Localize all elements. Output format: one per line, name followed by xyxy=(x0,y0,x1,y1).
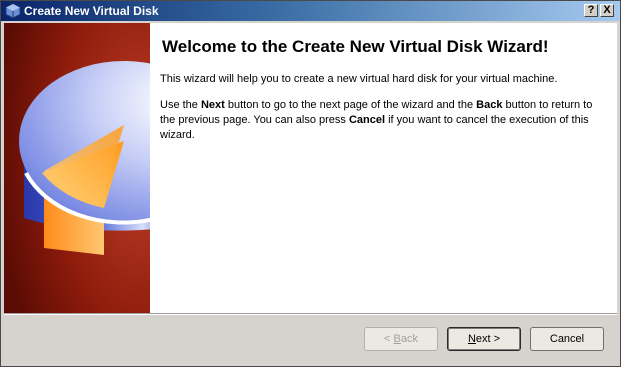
button-separator xyxy=(4,313,617,315)
instructions-text: Use the Next button to go to the next pa… xyxy=(160,99,593,141)
page-title: Welcome to the Create New Virtual Disk W… xyxy=(162,37,549,56)
wizard-window: Create New Virtual Disk ? X Welcome to t… xyxy=(0,0,621,367)
cancel-button[interactable]: Cancel xyxy=(530,327,604,351)
next-button[interactable]: Next > xyxy=(447,327,521,351)
window-title: Create New Virtual Disk xyxy=(24,4,159,18)
virtualbox-icon xyxy=(5,3,21,19)
close-button[interactable]: X xyxy=(600,4,614,17)
help-button[interactable]: ? xyxy=(584,4,598,17)
back-button[interactable]: < Back xyxy=(364,327,438,351)
title-bar[interactable]: Create New Virtual Disk ? X xyxy=(1,1,620,21)
disk-pie-graphic xyxy=(4,23,150,313)
intro-text: This wizard will help you to create a ne… xyxy=(160,73,558,85)
wizard-page: Welcome to the Create New Virtual Disk W… xyxy=(4,23,617,313)
